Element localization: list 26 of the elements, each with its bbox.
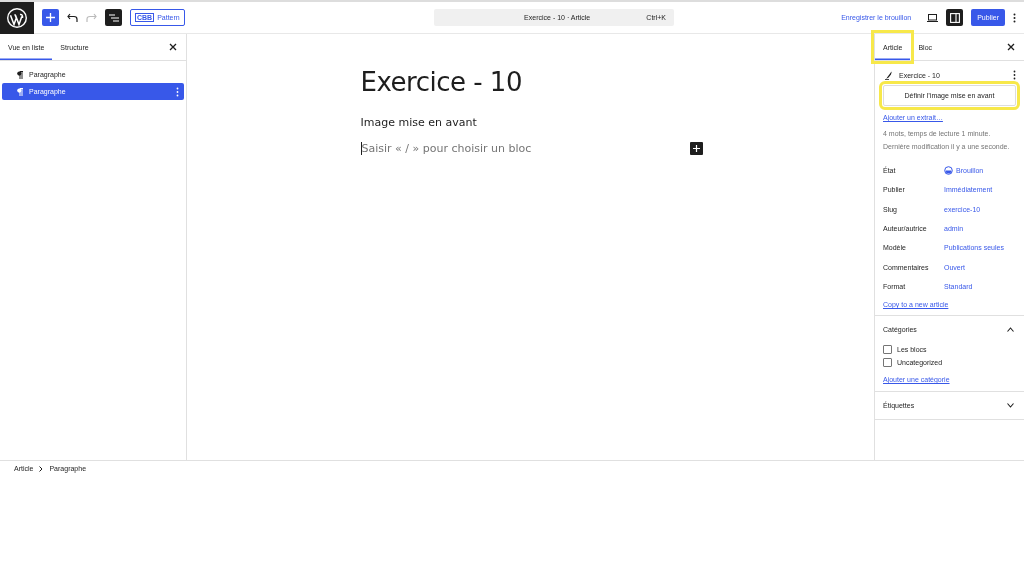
paragraph-block[interactable]: Image mise en avant	[360, 116, 703, 129]
chevron-right-icon	[39, 465, 44, 472]
more-options-icon[interactable]	[1013, 70, 1016, 80]
settings-button[interactable]	[946, 9, 964, 26]
block-placeholder[interactable]: Saisir « / » pour choisir un bloc	[360, 142, 690, 155]
undo-icon[interactable]	[67, 13, 78, 22]
wordpress-logo[interactable]	[6, 6, 28, 29]
paragraph-icon	[17, 70, 23, 79]
list-icon	[108, 13, 119, 22]
chevron-down-icon	[1007, 403, 1014, 409]
paragraph-icon	[17, 87, 23, 96]
more-options-icon[interactable]	[1013, 12, 1016, 23]
close-icon[interactable]	[1006, 42, 1016, 52]
plus-icon	[46, 13, 55, 22]
laptop-icon[interactable]	[927, 13, 939, 22]
draft-status-icon	[944, 166, 953, 176]
document-overview-button[interactable]	[105, 9, 122, 26]
quill-icon	[885, 70, 892, 80]
close-icon[interactable]	[168, 42, 178, 52]
post-title[interactable]: Exercice - 10	[360, 67, 703, 97]
plus-icon	[692, 145, 700, 152]
checkbox[interactable]	[883, 345, 892, 355]
chevron-up-icon	[1007, 327, 1014, 333]
add-block-button[interactable]	[689, 142, 703, 155]
sidebar-icon	[949, 12, 960, 23]
checkbox[interactable]	[883, 358, 892, 368]
